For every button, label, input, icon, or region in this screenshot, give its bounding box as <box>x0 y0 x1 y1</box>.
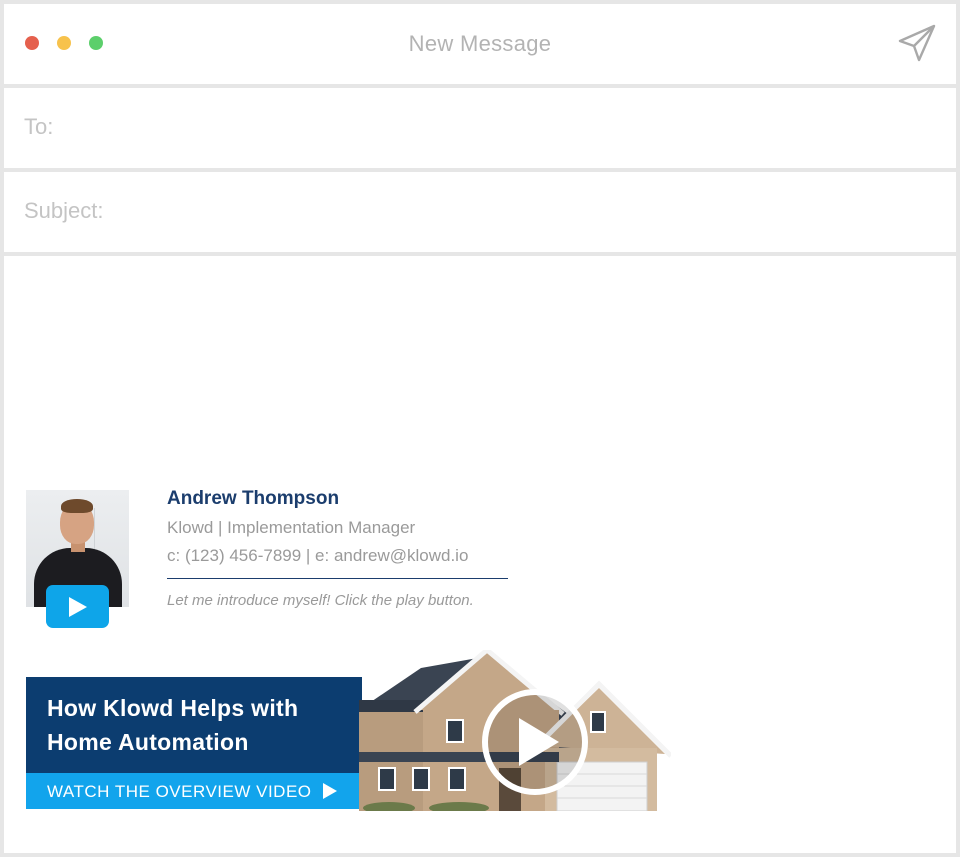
signature-role: Klowd | Implementation Manager <box>167 518 416 537</box>
intro-video-play-button[interactable] <box>46 585 109 628</box>
watch-video-button[interactable]: WATCH THE OVERVIEW VIDEO <box>26 773 362 809</box>
window-title: New Message <box>408 31 552 56</box>
to-label: To: <box>24 114 54 139</box>
paper-plane-icon <box>898 24 936 62</box>
play-icon <box>69 597 87 617</box>
title-bar: New Message <box>4 4 956 84</box>
send-button[interactable] <box>896 22 938 64</box>
banner-title: How Klowd Helps with Home Automation <box>47 695 299 755</box>
subject-field[interactable]: Subject: <box>4 172 956 252</box>
to-field[interactable]: To: <box>4 88 956 168</box>
house-thumbnail[interactable] <box>359 650 671 811</box>
signature-note: Let me introduce myself! Click the play … <box>167 592 474 609</box>
play-arrow-icon <box>323 783 337 799</box>
subject-label: Subject: <box>24 198 104 223</box>
message-body[interactable]: Andrew Thompson Klowd | Implementation M… <box>4 256 956 853</box>
signature-name: Andrew Thompson <box>167 488 340 509</box>
signature-divider <box>167 578 508 579</box>
signature-contact: c: (123) 456-7899 | e: andrew@klowd.io <box>167 546 469 565</box>
watch-video-label: WATCH THE OVERVIEW VIDEO <box>47 782 312 801</box>
video-banner[interactable]: How Klowd Helps with Home Automation WAT… <box>26 677 362 809</box>
